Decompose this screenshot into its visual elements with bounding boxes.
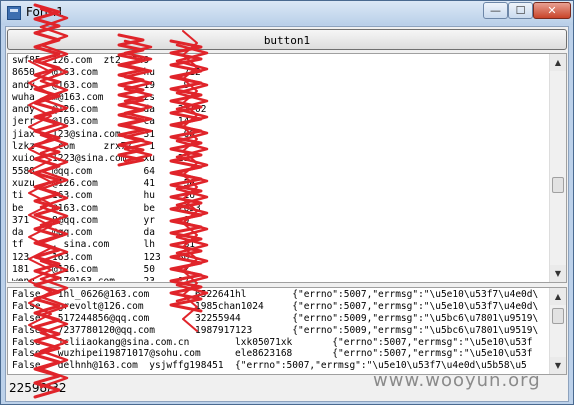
text-line: False 7237780120@qq.com 1987917123 {"err… [12,324,539,336]
text-line: lzkz .com zrx77 1 [12,141,155,153]
text-line: tf . sina.com lh 81 [12,239,196,251]
accounts-scrollbar[interactable]: ▲ ▼ [549,54,566,282]
results-lines: False 1hl_0626@163.com 6522641hl {"errno… [12,289,546,373]
results-textbox[interactable]: False 1hl_0626@163.com 6522641hl {"errno… [7,287,567,375]
text-line: weng 317@163.com 23 17 [12,276,546,281]
text-line: False wuzhipei19871017@sohu.com ele86231… [12,348,533,360]
text-line: False grevolt@126.com 1985chan1024 {"err… [12,300,539,312]
text-line: jerr @163.com ca 14 [12,116,190,128]
text-line: andy @126.com da 21102 [12,104,207,116]
app-window: Form1 — ☐ ✕ button1 swf85 126.com zt2 54… [0,0,574,405]
scroll-thumb[interactable] [552,177,564,193]
text-line: xuzu @126.com 41 56 [12,177,196,189]
scroll-thumb[interactable] [552,308,564,324]
accounts-textbox[interactable]: swf85 126.com zt2 549 8650 @163.com hu 71… [7,53,567,283]
scroll-up-arrow-icon[interactable]: ▲ [550,54,566,71]
text-line: False 1cliiaokang@sina.com.cn lxk05071xk… [12,336,533,348]
client-area: button1 swf85 126.com zt2 549 8650 @163.c… [5,26,569,402]
text-line: swf85 126.com zt2 549 [12,55,150,66]
text-line: wuha m@163.com zs [12,91,155,103]
text-line: andy @163.com 19 9 [12,79,190,91]
text-line: jiax 123@sina.com 31 00 [12,128,196,140]
maximize-button[interactable]: ☐ [508,2,533,19]
text-line: 181 @126.com 50 2 [12,264,190,276]
text-line: 5588 @qq.com 64 [12,165,155,177]
text-line: False 1hl_0626@163.com 6522641hl {"errno… [12,289,539,300]
scroll-down-arrow-icon[interactable]: ▼ [550,265,566,282]
watermark-text: www.wooyun.org [373,370,541,391]
accounts-lines: swf85 126.com zt2 549 8650 @163.com hu 71… [12,55,546,281]
text-line: da @qq.com da [12,227,155,239]
app-icon [7,6,21,20]
minimize-button[interactable]: — [483,2,508,19]
text-line: 8650 @163.com hu 712 [12,67,201,79]
text-line: False 517244856@qq.com 32255944 {"errno"… [12,312,539,324]
text-line: ti 163.com hu 16 [12,190,196,202]
results-scrollbar[interactable]: ▲ ▼ [549,288,566,374]
text-line: be @163.com be 2653 [12,202,201,214]
text-line: 123 163.com 123 80 [12,251,190,263]
button1[interactable]: button1 [7,29,567,50]
scroll-up-arrow-icon[interactable]: ▲ [550,288,566,305]
window-title: Form1 [26,5,64,19]
close-button[interactable]: ✕ [533,2,571,19]
text-line: xuio 1223@sina.com xu 23 [12,153,190,165]
scroll-down-arrow-icon[interactable]: ▼ [550,357,566,374]
text-line: 371 8@qq.com yr 0 [12,214,190,226]
title-bar[interactable]: Form1 — ☐ ✕ [1,1,573,25]
